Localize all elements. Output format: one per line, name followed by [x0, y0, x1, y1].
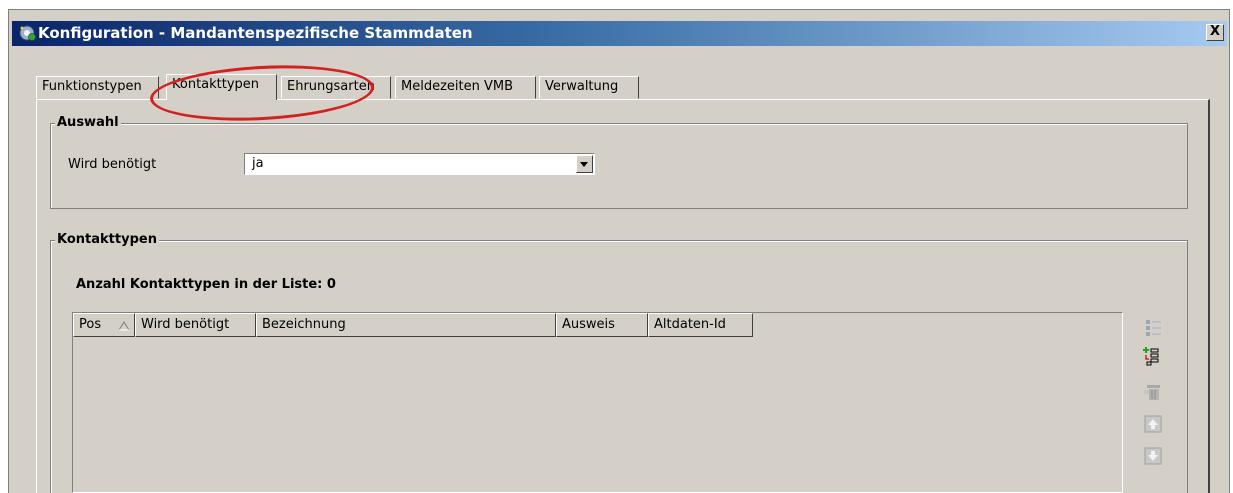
- column-label: Altdaten-Id: [654, 317, 726, 332]
- app-gear-icon: [19, 25, 36, 41]
- move-up-icon[interactable]: [1143, 414, 1163, 434]
- kontakttypen-table[interactable]: Pos Wird benötigt Bezeichnung Ausweis Al…: [72, 312, 1123, 493]
- chevron-down-icon: [580, 162, 588, 167]
- tab-label: Kontakttypen: [172, 77, 260, 92]
- delete-icon[interactable]: [1143, 382, 1163, 402]
- column-header-ausweis[interactable]: Ausweis: [556, 313, 648, 337]
- column-label: Bezeichnung: [262, 317, 346, 332]
- window-title: Konfiguration - Mandantenspezifische Sta…: [38, 24, 473, 42]
- tab-label: Ehrungsarten: [287, 79, 375, 94]
- add-row-icon[interactable]: [1143, 346, 1163, 366]
- tab-label: Funktionstypen: [42, 79, 142, 94]
- close-button[interactable]: X: [1206, 24, 1224, 41]
- count-label: Anzahl Kontakttypen in der Liste: 0: [76, 277, 336, 292]
- wird-benoetigt-select[interactable]: ja: [244, 153, 595, 175]
- column-header-wird-benoetigt[interactable]: Wird benötigt: [135, 313, 256, 337]
- tab-meldezeiten-vmb[interactable]: Meldezeiten VMB: [395, 76, 536, 99]
- tab-ehrungsarten[interactable]: Ehrungsarten: [281, 76, 391, 99]
- column-header-pos[interactable]: Pos: [73, 313, 135, 337]
- auswahl-group: [50, 123, 1188, 209]
- column-label: Pos: [79, 317, 102, 332]
- tab-label: Verwaltung: [545, 79, 619, 94]
- column-label: Wird benötigt: [141, 317, 230, 332]
- tab-funktionstypen[interactable]: Funktionstypen: [36, 76, 159, 99]
- column-header-bezeichnung[interactable]: Bezeichnung: [256, 313, 556, 337]
- columns-icon[interactable]: [1143, 318, 1163, 338]
- wird-benoetigt-label: Wird benötigt: [68, 157, 157, 172]
- tab-kontakttypen[interactable]: Kontakttypen: [166, 74, 277, 100]
- tab-verwaltung[interactable]: Verwaltung: [539, 76, 639, 99]
- auswahl-legend: Auswahl: [55, 115, 121, 131]
- column-label: Ausweis: [562, 317, 615, 332]
- select-value: ja: [252, 156, 264, 171]
- column-header-altdaten-id[interactable]: Altdaten-Id: [648, 313, 753, 337]
- title-bar[interactable]: Konfiguration - Mandantenspezifische Sta…: [12, 21, 1227, 46]
- kontakttypen-legend: Kontakttypen: [55, 232, 159, 248]
- move-down-icon[interactable]: [1143, 446, 1163, 466]
- tab-label: Meldezeiten VMB: [401, 79, 514, 94]
- sort-ascending-icon: [118, 321, 130, 331]
- dropdown-button[interactable]: [576, 155, 593, 173]
